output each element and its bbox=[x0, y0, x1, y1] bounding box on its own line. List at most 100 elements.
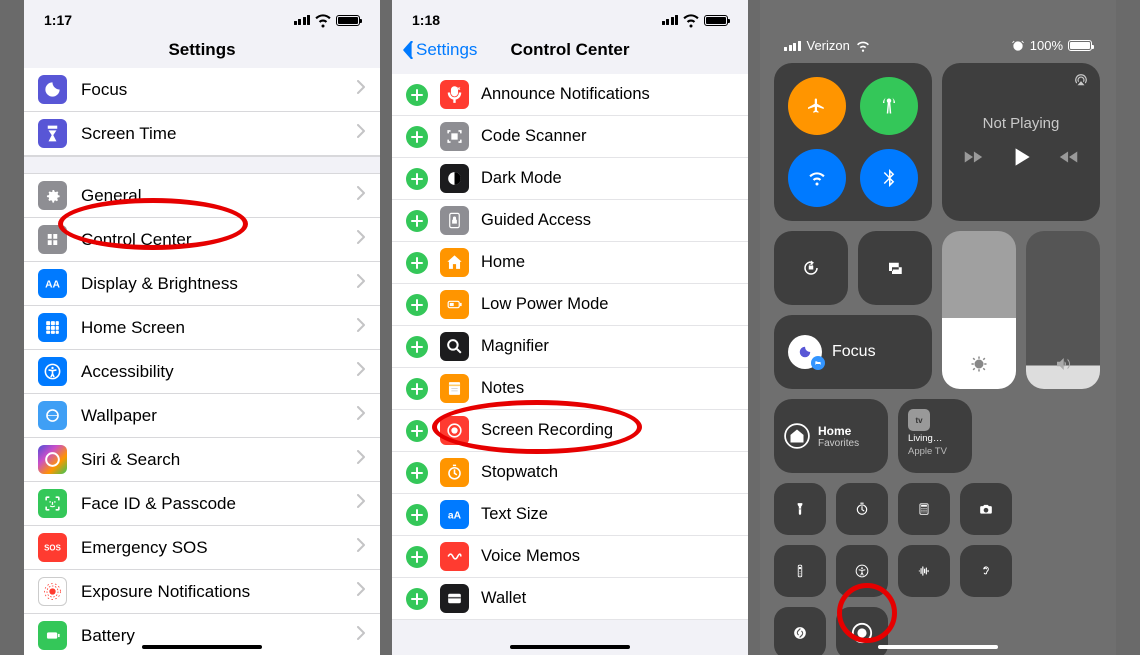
settings-row-focus[interactable]: Focus bbox=[24, 68, 380, 112]
settings-row-wallpaper[interactable]: Wallpaper bbox=[24, 394, 380, 438]
settings-row-code-scanner[interactable]: Code Scanner bbox=[392, 116, 748, 158]
settings-row-guided-access[interactable]: Guided Access bbox=[392, 200, 748, 242]
settings-row-exposure-notifications[interactable]: Exposure Notifications bbox=[24, 570, 380, 614]
settings-row-magnifier[interactable]: Magnifier bbox=[392, 326, 748, 368]
settings-row-screen-time[interactable]: Screen Time bbox=[24, 112, 380, 156]
settings-row-dark-mode[interactable]: Dark Mode bbox=[392, 158, 748, 200]
settings-row-voice-memos[interactable]: Voice Memos bbox=[392, 536, 748, 578]
home-icon bbox=[784, 423, 810, 449]
timer-button[interactable] bbox=[836, 483, 888, 535]
settings-row-home-screen[interactable]: Home Screen bbox=[24, 306, 380, 350]
add-button[interactable] bbox=[406, 252, 428, 274]
airplane-toggle[interactable] bbox=[788, 77, 846, 135]
settings-row-general[interactable]: General bbox=[24, 174, 380, 218]
status-time: 1:17 bbox=[44, 12, 72, 28]
next-track-icon[interactable] bbox=[1058, 146, 1080, 168]
siri-icon bbox=[38, 445, 67, 474]
settings-row-notes[interactable]: Notes bbox=[392, 368, 748, 410]
calculator-button[interactable] bbox=[898, 483, 950, 535]
connectivity-module[interactable] bbox=[774, 63, 932, 221]
alarm-icon bbox=[1011, 39, 1025, 53]
wifi-icon bbox=[682, 11, 700, 29]
control-center-overlay: Verizon 100% Not Playing bbox=[760, 0, 1116, 655]
add-button[interactable] bbox=[406, 210, 428, 232]
add-button[interactable] bbox=[406, 420, 428, 442]
bluetooth-icon bbox=[880, 169, 898, 187]
add-button[interactable] bbox=[406, 504, 428, 526]
row-label: Display & Brightness bbox=[81, 274, 357, 294]
nav-bar: Settings bbox=[24, 36, 380, 68]
orientation-lock-toggle[interactable] bbox=[774, 231, 848, 305]
bluetooth-toggle[interactable] bbox=[860, 149, 918, 207]
shazam-button[interactable] bbox=[774, 607, 826, 655]
back-button[interactable]: Settings bbox=[402, 40, 477, 60]
status-bar: Verizon 100% bbox=[760, 30, 1116, 53]
add-button[interactable] bbox=[406, 126, 428, 148]
settings-row-accessibility[interactable]: Accessibility bbox=[24, 350, 380, 394]
add-button[interactable] bbox=[406, 84, 428, 106]
settings-row-low-power-mode[interactable]: Low Power Mode bbox=[392, 284, 748, 326]
controlcenter-icon bbox=[38, 225, 67, 254]
exposure-icon bbox=[38, 577, 67, 606]
battery-icon bbox=[336, 15, 360, 26]
announce-icon bbox=[440, 80, 469, 109]
chevron-right-icon bbox=[357, 230, 366, 244]
focus-button[interactable]: Focus bbox=[774, 315, 932, 389]
accessibility-shortcut-button[interactable] bbox=[836, 545, 888, 597]
wallet-icon bbox=[440, 584, 469, 613]
chevron-right-icon bbox=[357, 494, 366, 508]
darkmode-icon bbox=[440, 164, 469, 193]
volume-icon bbox=[1054, 355, 1072, 373]
add-button[interactable] bbox=[406, 588, 428, 610]
home-favorites-button[interactable]: HomeFavorites bbox=[774, 399, 888, 473]
chevron-right-icon bbox=[357, 124, 366, 138]
antenna-icon bbox=[880, 97, 898, 115]
add-button[interactable] bbox=[406, 546, 428, 568]
appletv-remote-button[interactable]: tv Living… Apple TV bbox=[898, 399, 972, 473]
row-label: Voice Memos bbox=[481, 547, 580, 566]
cellular-toggle[interactable] bbox=[860, 77, 918, 135]
camera-button[interactable] bbox=[960, 483, 1012, 535]
music-module[interactable]: Not Playing bbox=[942, 63, 1100, 221]
settings-row-announce-notifications[interactable]: Announce Notifications bbox=[392, 74, 748, 116]
row-label: Control Center bbox=[81, 230, 357, 250]
add-button[interactable] bbox=[406, 294, 428, 316]
prev-track-icon[interactable] bbox=[962, 146, 984, 168]
chevron-left-icon bbox=[402, 41, 414, 59]
wifi-toggle[interactable] bbox=[788, 149, 846, 207]
brightness-slider[interactable] bbox=[942, 231, 1016, 389]
settings-row-stopwatch[interactable]: Stopwatch bbox=[392, 452, 748, 494]
add-button[interactable] bbox=[406, 168, 428, 190]
settings-row-display-brightness[interactable]: AADisplay & Brightness bbox=[24, 262, 380, 306]
faceid-icon bbox=[38, 489, 67, 518]
settings-row-screen-recording[interactable]: Screen Recording bbox=[392, 410, 748, 452]
row-label: Stopwatch bbox=[481, 463, 558, 482]
tv-label: Living… bbox=[908, 433, 942, 444]
row-label: Guided Access bbox=[481, 211, 591, 230]
settings-row-wallet[interactable]: Wallet bbox=[392, 578, 748, 620]
settings-row-emergency-sos[interactable]: SOSEmergency SOS bbox=[24, 526, 380, 570]
screen-mirroring-button[interactable] bbox=[858, 231, 932, 305]
lock-rotation-icon bbox=[802, 259, 820, 277]
hearing-button[interactable] bbox=[960, 545, 1012, 597]
notes-icon bbox=[440, 374, 469, 403]
settings-row-siri-search[interactable]: Siri & Search bbox=[24, 438, 380, 482]
add-button[interactable] bbox=[406, 378, 428, 400]
settings-row-text-size[interactable]: aAText Size bbox=[392, 494, 748, 536]
remote-button[interactable] bbox=[774, 545, 826, 597]
volume-slider[interactable] bbox=[1026, 231, 1100, 389]
page-title: Control Center bbox=[511, 40, 630, 59]
battery-icon bbox=[1068, 40, 1092, 51]
play-icon[interactable] bbox=[1008, 144, 1034, 170]
signal-icon bbox=[784, 41, 801, 51]
row-label: Wallpaper bbox=[81, 406, 357, 426]
wallpaper-icon bbox=[38, 401, 67, 430]
flashlight-button[interactable] bbox=[774, 483, 826, 535]
sound-recognition-button[interactable] bbox=[898, 545, 950, 597]
add-button[interactable] bbox=[406, 462, 428, 484]
moon-icon bbox=[788, 335, 822, 369]
add-button[interactable] bbox=[406, 336, 428, 358]
settings-row-control-center[interactable]: Control Center bbox=[24, 218, 380, 262]
settings-row-home[interactable]: Home bbox=[392, 242, 748, 284]
settings-row-face-id-passcode[interactable]: Face ID & Passcode bbox=[24, 482, 380, 526]
